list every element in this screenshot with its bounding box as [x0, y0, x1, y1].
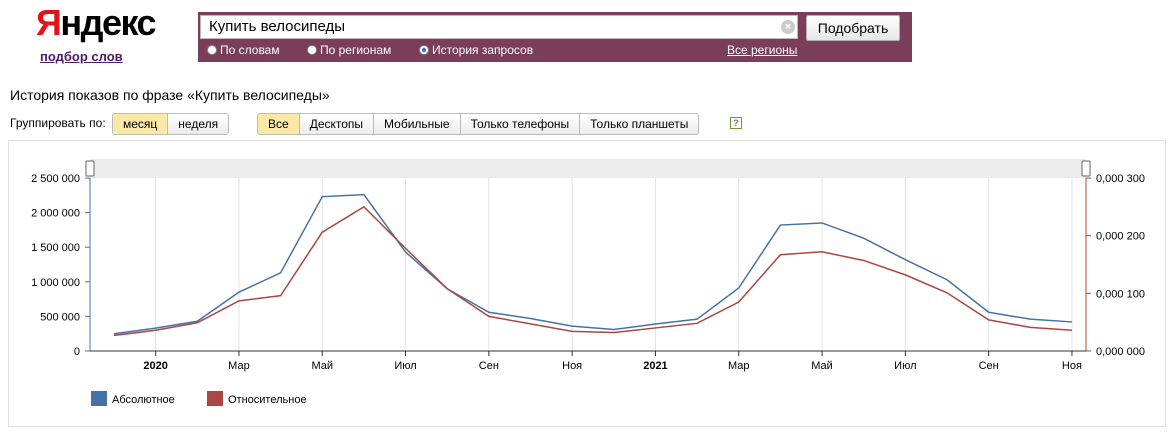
history-chart: 0 500 000 1 000 000 1 500 000 2 000 000 2 500… — [31, 159, 1145, 406]
y-left-tick-label: 1 000 000 — [31, 277, 80, 289]
y-right-tick-label: 0,000 100 — [1096, 288, 1145, 300]
y-right-tick-label: 0,000 200 — [1096, 231, 1145, 243]
series-line-1 — [113, 193, 1072, 335]
navigator-left-handle[interactable] — [85, 160, 95, 177]
y-right-tick-label: 0,000 300 — [1096, 173, 1145, 185]
legend-swatch-2 — [207, 391, 223, 406]
y-left-tick-label: 1 500 000 — [31, 242, 80, 254]
y-right-tick-label: 0,000 000 — [1096, 346, 1145, 358]
x-tick-label: Май — [811, 360, 833, 372]
y-left-tick-label: 2 500 000 — [31, 173, 80, 185]
x-tick-label: Сен — [479, 360, 499, 372]
x-tick-label: Мар — [228, 360, 250, 372]
x-tick-label: 2021 — [643, 360, 667, 372]
navigator-strip — [90, 159, 1086, 178]
x-tick-label: Май — [311, 360, 333, 372]
legend-swatch-1 — [91, 391, 107, 406]
legend-label-1: Абсолютное — [112, 394, 175, 406]
x-tick-label: Мар — [728, 360, 750, 372]
x-tick-label: Ноя — [1062, 360, 1082, 372]
navigator-right-handle[interactable] — [1081, 160, 1091, 177]
y-left-tick-label: 500 000 — [40, 311, 80, 323]
x-tick-label: Сен — [979, 360, 999, 372]
x-tick-label: 2020 — [143, 360, 167, 372]
legend-label-2: Относительное — [228, 394, 307, 406]
y-left-tick-label: 0 — [74, 346, 80, 358]
x-tick-label: Июл — [394, 360, 416, 372]
x-tick-label: Июл — [894, 360, 916, 372]
y-left-tick-label: 2 000 000 — [31, 208, 80, 220]
x-tick-label: Ноя — [562, 360, 582, 372]
